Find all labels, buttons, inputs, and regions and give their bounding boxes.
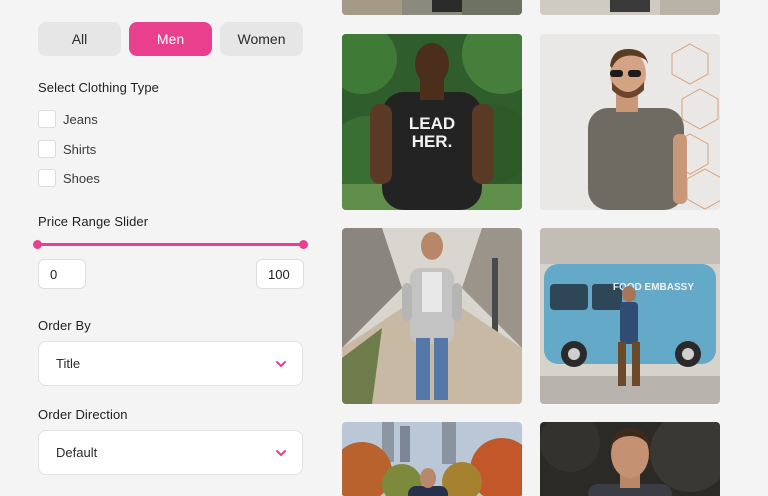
photo-man-autumn-park[interactable] xyxy=(342,422,522,496)
checkbox-row-jeans[interactable]: Jeans xyxy=(38,109,98,129)
photo-partial-top-right[interactable] xyxy=(540,0,720,15)
photo-man-grey-coat-street[interactable] xyxy=(342,228,522,404)
tshirt-print: HER. xyxy=(412,132,453,151)
tshirt-print: LEAD xyxy=(409,114,455,133)
checkbox-row-shoes[interactable]: Shoes xyxy=(38,168,100,188)
order-direction-select[interactable]: Default xyxy=(38,430,303,475)
photo-man-portrait-dark[interactable] xyxy=(540,422,720,496)
photo-man-sunglasses[interactable] xyxy=(540,34,720,210)
order-direction-title: Order Direction xyxy=(38,407,128,422)
order-direction-value: Default xyxy=(56,445,98,460)
price-range-title: Price Range Slider xyxy=(38,214,149,229)
photo-man-tshirt-leader[interactable]: LEAD HER. xyxy=(342,34,522,210)
price-min-input[interactable]: 0 xyxy=(38,259,86,289)
tab-men[interactable]: Men xyxy=(129,22,212,56)
shoes-checkbox[interactable] xyxy=(38,169,56,187)
jeans-checkbox[interactable] xyxy=(38,110,56,128)
jeans-label: Jeans xyxy=(63,111,98,127)
chevron-down-icon xyxy=(276,450,286,456)
order-by-value: Title xyxy=(56,356,81,371)
order-by-title: Order By xyxy=(38,318,91,333)
price-slider-max-handle[interactable] xyxy=(299,240,308,249)
shirts-checkbox[interactable] xyxy=(38,140,56,158)
photo-man-food-truck[interactable]: FOOD EMBASSY xyxy=(540,228,720,404)
price-slider-track[interactable] xyxy=(38,243,303,246)
shirts-label: Shirts xyxy=(63,141,97,157)
clothing-type-title: Select Clothing Type xyxy=(38,80,159,95)
photo-partial-top-left[interactable] xyxy=(342,0,522,15)
tab-women[interactable]: Women xyxy=(220,22,303,56)
order-by-select[interactable]: Title xyxy=(38,341,303,386)
tab-all[interactable]: All xyxy=(38,22,121,56)
price-max-input[interactable]: 100 xyxy=(256,259,304,289)
checkbox-row-shirts[interactable]: Shirts xyxy=(38,139,96,159)
shoes-label: Shoes xyxy=(63,170,100,186)
price-slider-min-handle[interactable] xyxy=(33,240,42,249)
chevron-down-icon xyxy=(276,361,286,367)
filter-sidebar: All Men Women Select Clothing Type Jeans… xyxy=(0,0,340,496)
tshirt xyxy=(382,92,482,210)
